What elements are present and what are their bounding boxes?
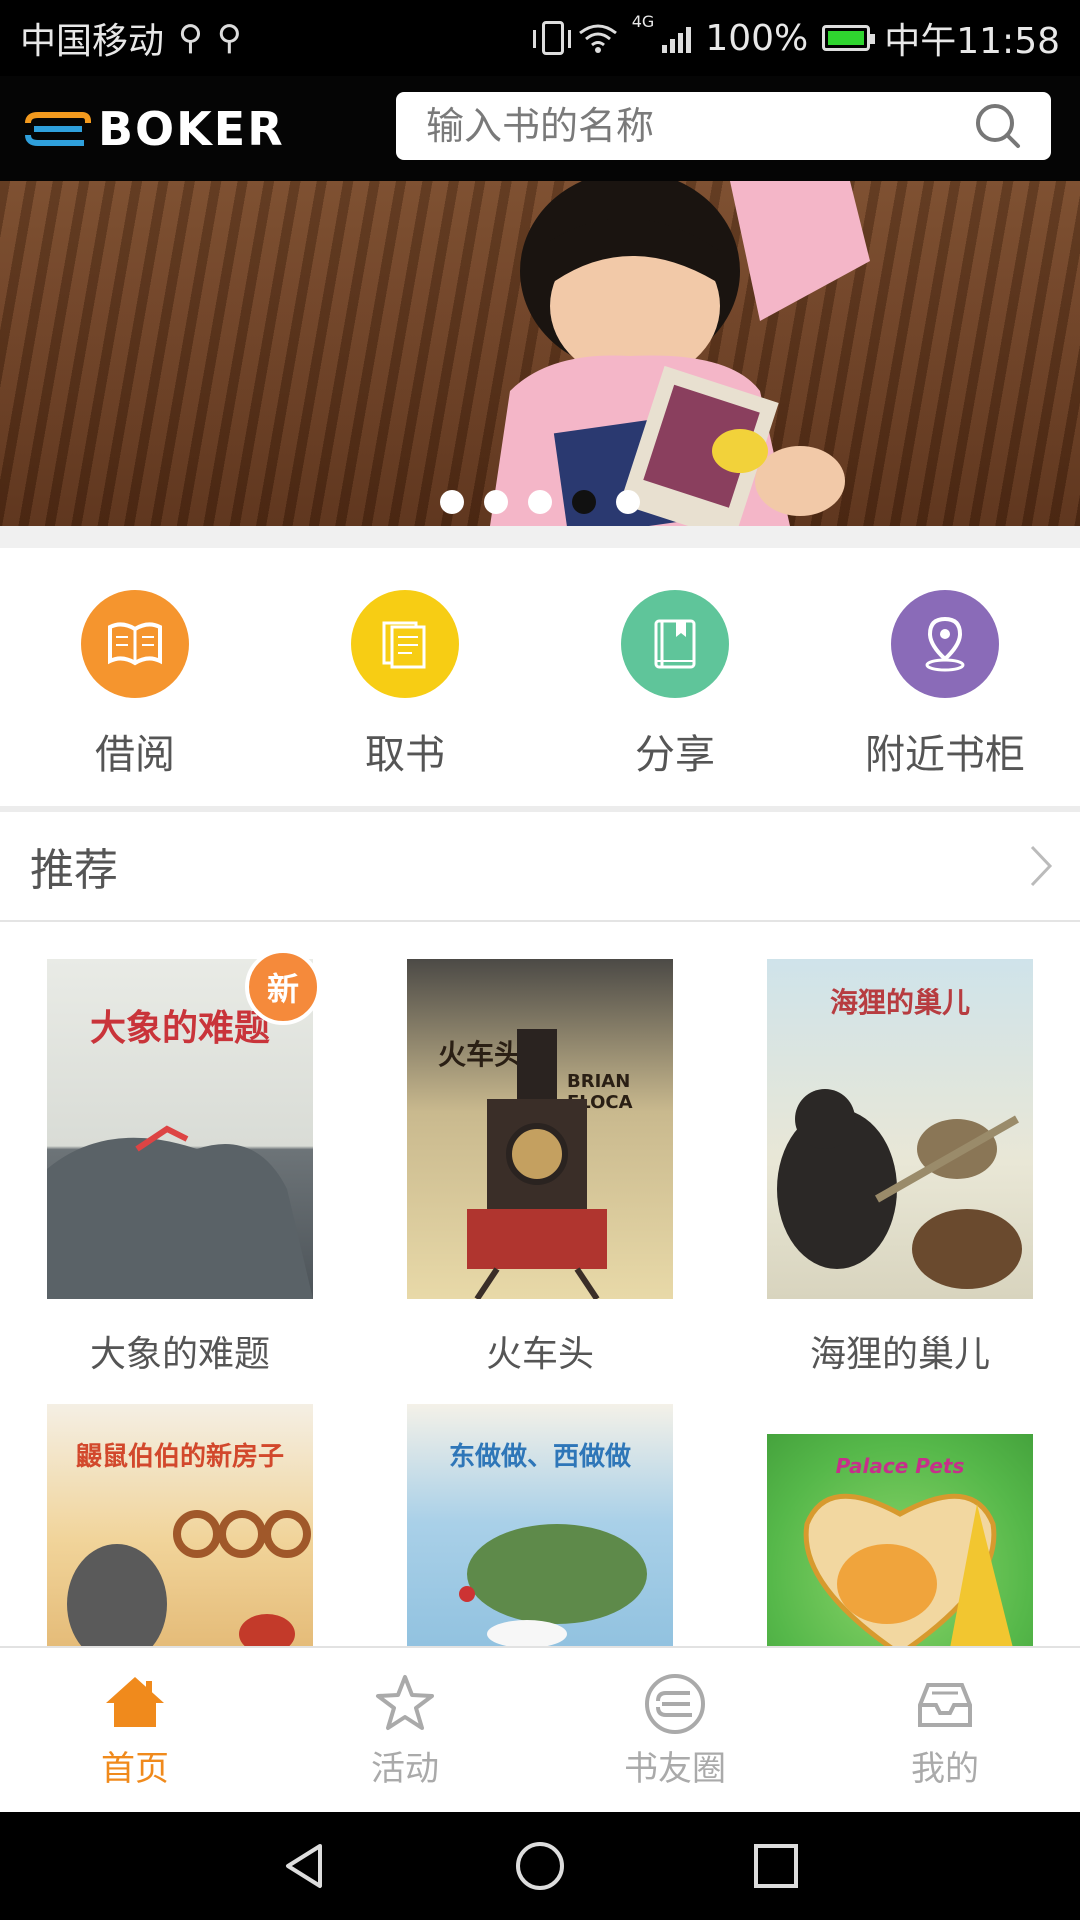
cover-title: 东做做、西做做 xyxy=(448,1442,631,1472)
rabbit-illustration xyxy=(459,1524,647,1646)
boker-logo-icon xyxy=(25,111,91,146)
palace-pets-illustration xyxy=(803,1493,1013,1646)
book-card[interactable]: 火车头 BRIAN FLOCA 火车头 xyxy=(407,959,673,1377)
quick-action-pickup[interactable]: 取书 xyxy=(270,548,540,806)
status-left: 中国移动 ⚲ ⚲ xyxy=(20,12,242,64)
new-badge: 新 xyxy=(245,949,321,1025)
nav-label: 首页 xyxy=(101,1748,169,1789)
pagination-dot[interactable] xyxy=(440,490,464,514)
quick-action-borrow[interactable]: 借阅 xyxy=(0,548,270,806)
home-circle-icon[interactable] xyxy=(512,1838,568,1894)
bottom-nav: 首页 活动 书友圈 我的 xyxy=(0,1646,1080,1812)
pagination-dot[interactable] xyxy=(616,490,640,514)
banner-pagination xyxy=(0,490,1080,514)
battery-icon xyxy=(822,25,876,51)
documents-icon xyxy=(351,590,459,698)
open-book-icon xyxy=(81,590,189,698)
quick-action-share[interactable]: 分享 xyxy=(540,548,810,806)
book-card[interactable]: 海狸的巢儿 海狸的巢儿 xyxy=(767,959,1033,1377)
pagination-dot[interactable] xyxy=(484,490,508,514)
pagination-dot-active[interactable] xyxy=(572,490,596,514)
animals-illustration xyxy=(777,1089,1022,1289)
nav-label: 书友圈 xyxy=(624,1748,726,1789)
status-right: 4G 100% 中午11:58 xyxy=(532,12,1060,64)
quick-actions: 借阅 取书 分享 附近书柜 xyxy=(0,548,1080,806)
nav-label: 活动 xyxy=(371,1748,439,1789)
nav-item-home[interactable]: 首页 xyxy=(0,1648,270,1812)
nav-item-activities[interactable]: 活动 xyxy=(270,1648,540,1812)
cover-title: 海狸的巢儿 xyxy=(829,986,970,1019)
book-cover[interactable]: 火车头 BRIAN FLOCA xyxy=(407,959,673,1299)
usb-icon: ⚲ xyxy=(178,18,203,58)
pagination-dot[interactable] xyxy=(528,490,552,514)
section-spacer xyxy=(0,526,1080,548)
cover-title: 鼹鼠伯伯的新房子 xyxy=(75,1442,284,1472)
book-card[interactable]: 大象的难题 新 大象的难题 xyxy=(47,949,321,1377)
boker-circle-icon xyxy=(645,1673,705,1734)
book-share-icon xyxy=(621,590,729,698)
nav-item-book-friends[interactable]: 书友圈 xyxy=(540,1648,810,1812)
book-title: 火车头 xyxy=(485,1334,594,1375)
recommended-header[interactable]: 推荐 xyxy=(0,812,1080,922)
promo-banner[interactable] xyxy=(0,181,1080,526)
usb-icon: ⚲ xyxy=(216,18,242,58)
vibrate-icon xyxy=(532,21,571,55)
signal-icon xyxy=(662,23,692,53)
cover-header-band xyxy=(767,1404,1033,1434)
recents-icon[interactable] xyxy=(748,1838,804,1894)
app-header: BOKER xyxy=(0,76,1080,181)
banner-photo-child-reading xyxy=(490,181,870,526)
quick-action-label: 取书 xyxy=(365,732,445,778)
search-input[interactable] xyxy=(424,103,973,149)
inbox-tray-icon xyxy=(918,1682,972,1727)
network-type: 4G xyxy=(631,12,655,31)
mole-illustration xyxy=(67,1510,311,1646)
wifi-icon xyxy=(578,24,617,53)
search-icon[interactable] xyxy=(973,101,1023,151)
battery-percent: 100% xyxy=(705,17,809,59)
book-title: 大象的难题 xyxy=(89,1334,270,1375)
book-grid: 大象的难题 新 大象的难题 火车头 BRIAN FLOCA 火车头 海狸的巢儿 … xyxy=(0,924,1080,1646)
book-title: 海狸的巢儿 xyxy=(809,1334,990,1375)
elephant-illustration xyxy=(47,1125,313,1299)
logo-text: BOKER xyxy=(98,101,285,156)
book-cover[interactable]: 东做做、西做做 xyxy=(407,1404,673,1646)
search-box[interactable] xyxy=(396,92,1051,160)
section-title: 推荐 xyxy=(30,845,118,896)
status-bar: 中国移动 ⚲ ⚲ 4G 100% 中午11:58 xyxy=(0,0,1080,76)
home-icon xyxy=(106,1676,164,1727)
chevron-right-icon[interactable] xyxy=(1026,843,1056,889)
system-nav-bar xyxy=(0,1812,1080,1920)
book-card[interactable]: Palace Pets xyxy=(767,1404,1033,1646)
locomotive-illustration xyxy=(467,1029,607,1299)
book-cover[interactable]: 鼹鼠伯伯的新房子 xyxy=(47,1404,313,1646)
star-icon xyxy=(376,1674,434,1730)
quick-action-label: 附近书柜 xyxy=(865,732,1025,778)
quick-action-nearby[interactable]: 附近书柜 xyxy=(810,548,1080,806)
location-pin-icon xyxy=(891,590,999,698)
book-card[interactable]: 东做做、西做做 xyxy=(407,1404,673,1646)
book-cover[interactable]: Palace Pets xyxy=(767,1404,1033,1646)
quick-action-label: 分享 xyxy=(635,732,715,778)
carrier-label: 中国移动 xyxy=(20,21,165,62)
book-cover[interactable]: 海狸的巢儿 xyxy=(767,959,1033,1299)
back-icon[interactable] xyxy=(276,1838,332,1894)
nav-item-mine[interactable]: 我的 xyxy=(810,1648,1080,1812)
nav-label: 我的 xyxy=(911,1748,979,1789)
clock: 中午11:58 xyxy=(884,21,1060,62)
boker-logo: BOKER xyxy=(22,102,285,156)
quick-action-label: 借阅 xyxy=(95,732,175,778)
book-card[interactable]: 鼹鼠伯伯的新房子 xyxy=(47,1404,313,1646)
